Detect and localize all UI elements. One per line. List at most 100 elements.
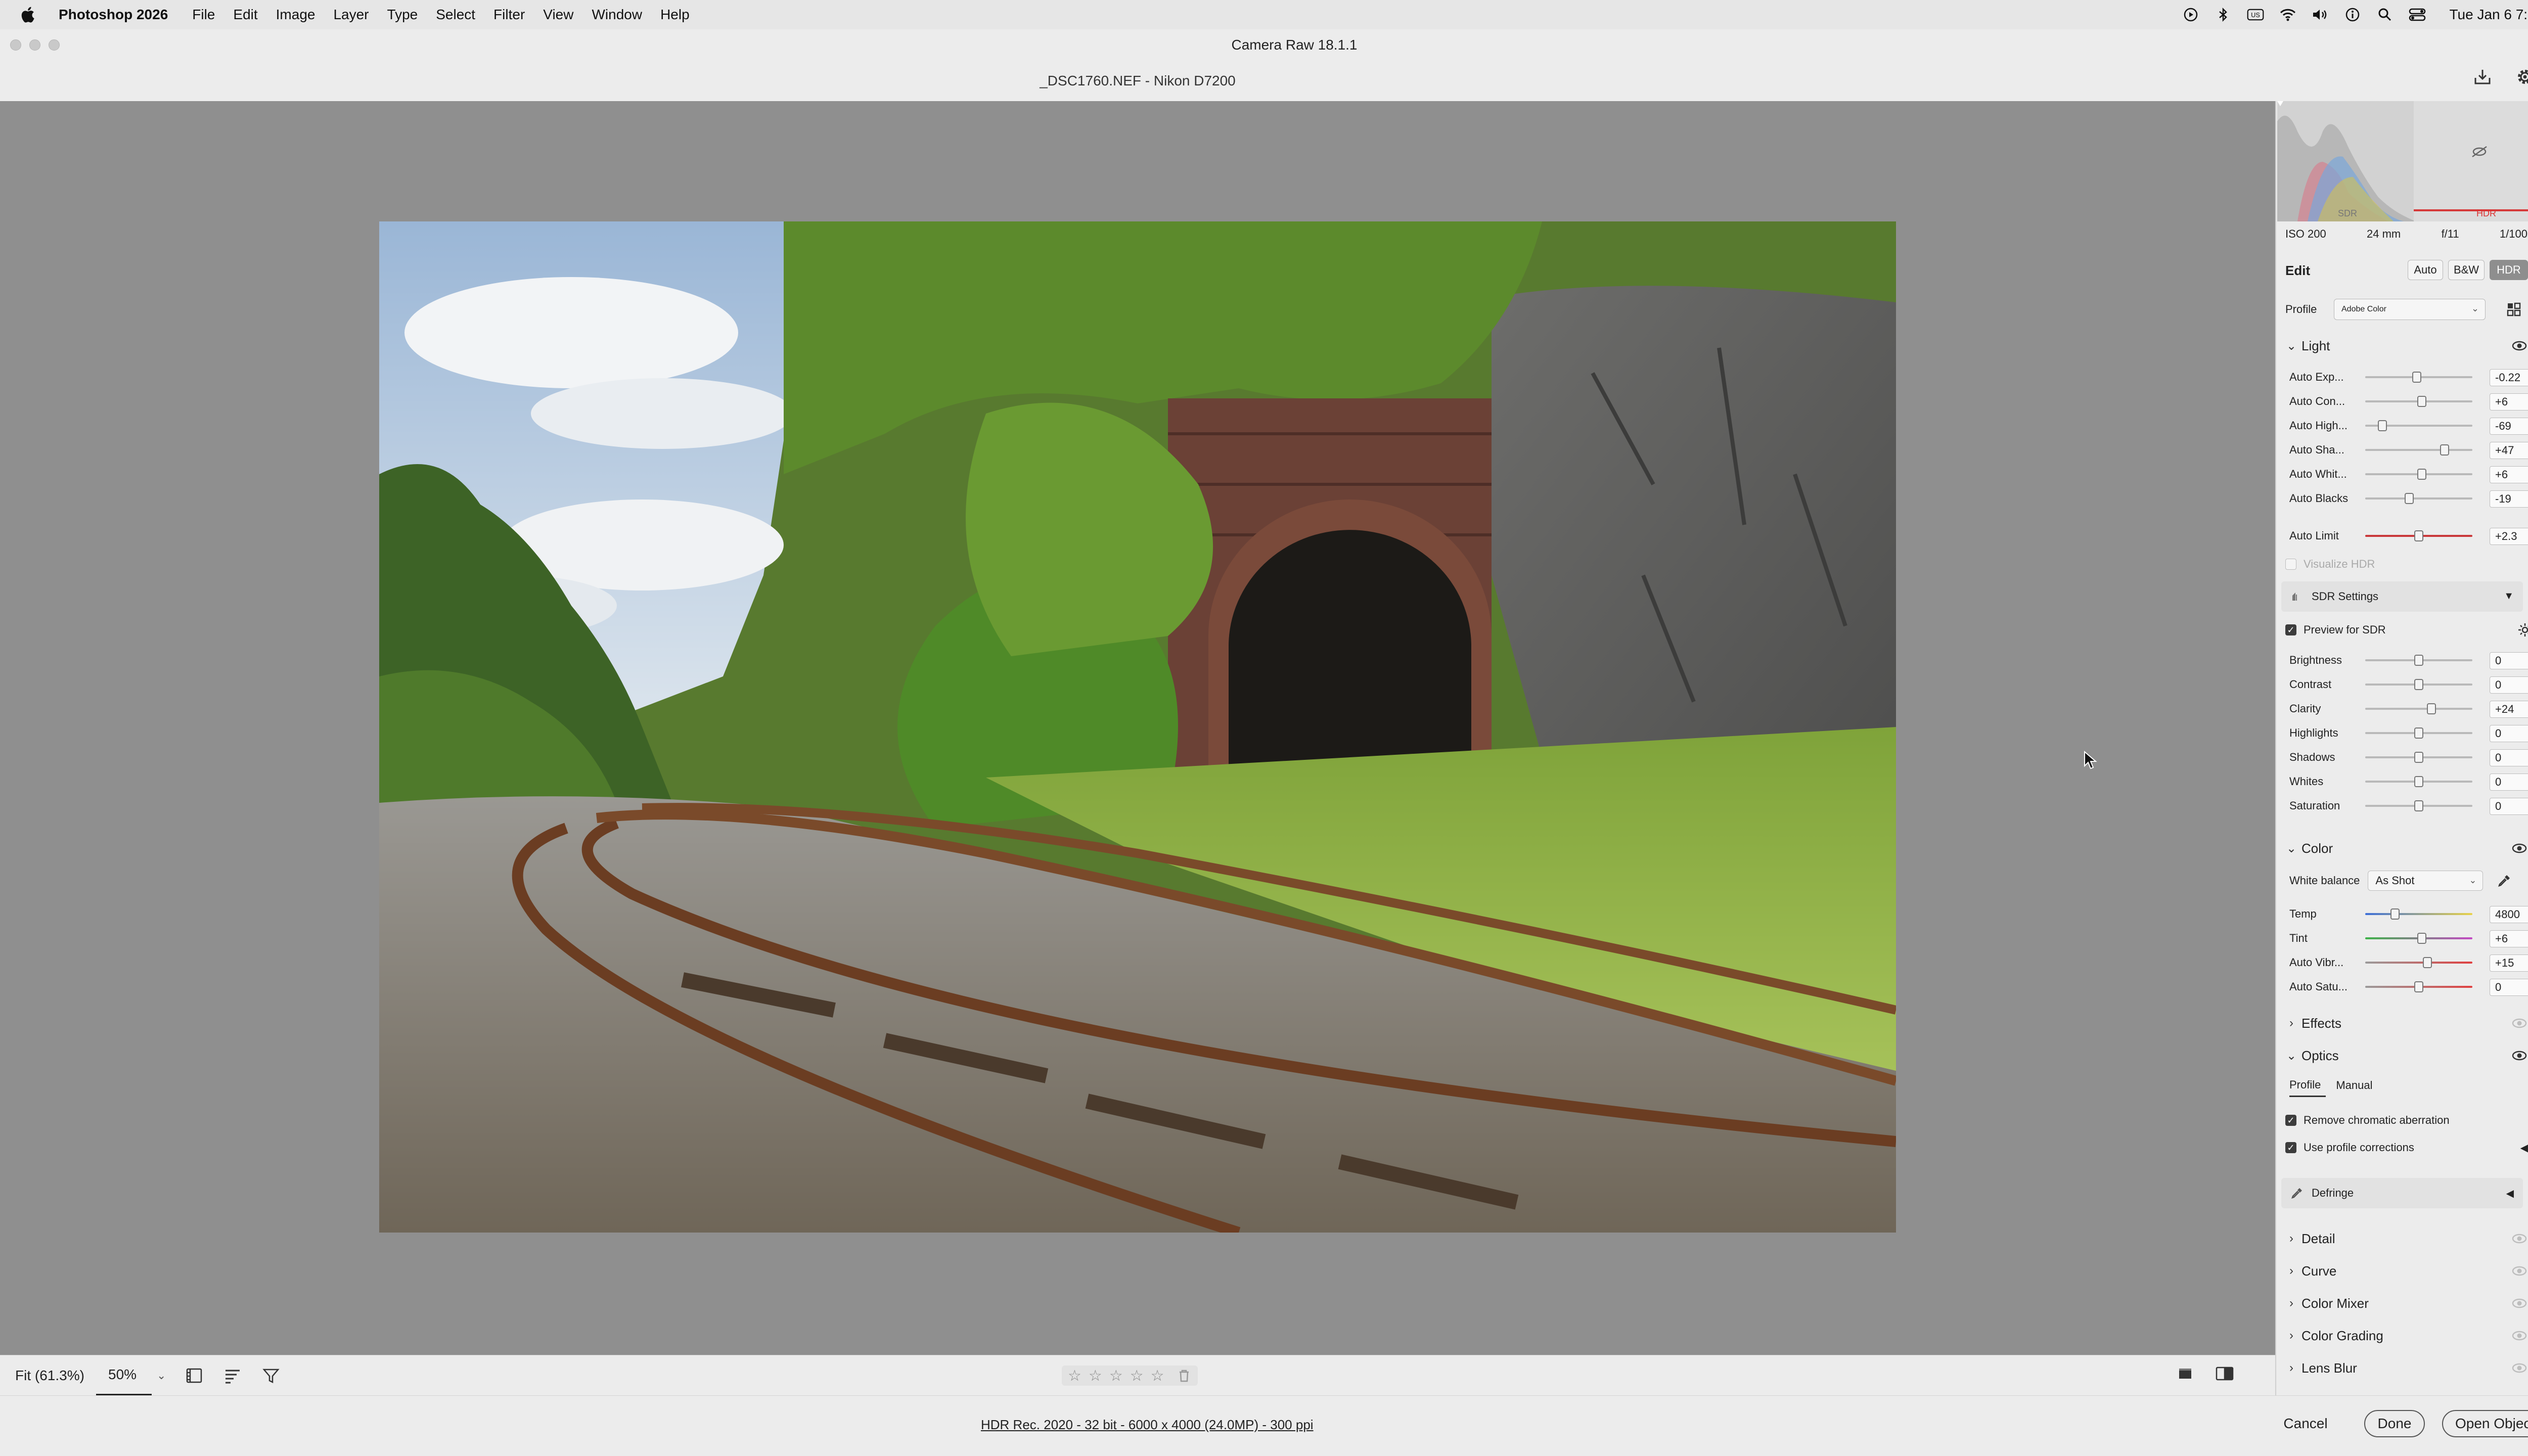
single-view-icon[interactable] xyxy=(2176,1364,2194,1386)
visibility-eye-icon[interactable] xyxy=(2512,1016,2527,1030)
rating-star-icon[interactable]: ☆ xyxy=(1151,1367,1164,1385)
slider-value-field[interactable]: 0 xyxy=(2490,979,2528,996)
menu-file[interactable]: File xyxy=(192,7,215,23)
auto-limit-value[interactable]: +2.3 xyxy=(2490,528,2528,545)
fit-zoom-label[interactable]: Fit (61.3%) xyxy=(15,1368,96,1384)
input-source-icon[interactable]: US xyxy=(2247,6,2264,23)
menu-type[interactable]: Type xyxy=(387,7,418,23)
slider-track[interactable] xyxy=(2365,372,2472,383)
play-circle-icon[interactable] xyxy=(2182,6,2199,23)
control-center-icon[interactable] xyxy=(2409,6,2426,23)
slider-track[interactable] xyxy=(2365,933,2472,944)
visibility-eye-icon[interactable] xyxy=(2512,1232,2527,1246)
slider-thumb[interactable] xyxy=(2440,444,2449,456)
slider-track[interactable] xyxy=(2365,469,2472,480)
slider-thumb[interactable] xyxy=(2404,493,2414,504)
visibility-eye-icon[interactable] xyxy=(2512,339,2527,353)
slider-track[interactable] xyxy=(2365,727,2472,739)
settings-gear-icon[interactable] xyxy=(2514,66,2528,88)
window-close-button[interactable] xyxy=(10,39,21,51)
slider-thumb[interactable] xyxy=(2417,469,2427,480)
menu-select[interactable]: Select xyxy=(436,7,475,23)
slider-track[interactable] xyxy=(2365,493,2472,504)
open-object-button[interactable]: Open Object ⌄ xyxy=(2442,1410,2528,1437)
tab-optics-manual[interactable]: Manual xyxy=(2336,1074,2377,1097)
slider-thumb[interactable] xyxy=(2417,396,2427,407)
tab-optics-profile[interactable]: Profile xyxy=(2289,1074,2326,1097)
color-mixer-section-header[interactable]: › Color Mixer xyxy=(2281,1288,2528,1318)
volume-icon[interactable] xyxy=(2312,6,2329,23)
slider-value-field[interactable]: -0.22 xyxy=(2490,369,2528,386)
slider-value-field[interactable]: 0 xyxy=(2490,798,2528,815)
filter-icon[interactable] xyxy=(261,1366,281,1386)
auto-limit-track[interactable] xyxy=(2365,530,2472,541)
slider-thumb[interactable] xyxy=(2414,727,2423,739)
use-profile-corrections-checkbox[interactable]: ✓ xyxy=(2285,1142,2296,1153)
slider-value-field[interactable]: +6 xyxy=(2490,393,2528,411)
slider-value-field[interactable]: +6 xyxy=(2490,466,2528,483)
search-icon[interactable] xyxy=(2376,6,2394,23)
visualize-hdr-checkbox[interactable] xyxy=(2285,559,2296,570)
menu-window[interactable]: Window xyxy=(592,7,642,23)
apple-logo-icon[interactable] xyxy=(18,5,38,25)
eyedropper-icon[interactable] xyxy=(2494,871,2514,891)
menu-layer[interactable]: Layer xyxy=(333,7,369,23)
rating-star-icon[interactable]: ☆ xyxy=(1109,1367,1123,1385)
slider-value-field[interactable]: -19 xyxy=(2490,490,2528,508)
slider-track[interactable] xyxy=(2365,396,2472,407)
menu-help[interactable]: Help xyxy=(660,7,690,23)
slider-value-field[interactable]: 0 xyxy=(2490,774,2528,791)
slider-value-field[interactable]: +24 xyxy=(2490,701,2528,718)
white-balance-dropdown[interactable]: As Shot ⌄ xyxy=(2368,871,2484,891)
done-button[interactable]: Done xyxy=(2364,1410,2425,1437)
slider-thumb[interactable] xyxy=(2414,679,2423,690)
filmstrip-toggle-icon[interactable] xyxy=(184,1366,204,1386)
slider-track[interactable] xyxy=(2365,420,2472,431)
sort-icon[interactable] xyxy=(222,1366,243,1386)
color-grading-section-header[interactable]: › Color Grading xyxy=(2281,1321,2528,1351)
wifi-icon[interactable] xyxy=(2279,6,2296,23)
window-zoom-button[interactable] xyxy=(49,39,60,51)
cancel-button[interactable]: Cancel xyxy=(2270,1410,2341,1437)
preview-sdr-checkbox[interactable]: ✓ xyxy=(2285,624,2296,635)
slider-thumb[interactable] xyxy=(2422,957,2432,968)
menu-image[interactable]: Image xyxy=(276,7,315,23)
auto-sdr-icon[interactable] xyxy=(2517,622,2528,638)
slider-track[interactable] xyxy=(2365,981,2472,992)
slider-value-field[interactable]: +6 xyxy=(2490,930,2528,947)
black-white-button[interactable]: B&W xyxy=(2448,260,2485,280)
zoom-level-field[interactable]: 50% xyxy=(96,1355,152,1396)
profile-browser-icon[interactable] xyxy=(2504,299,2524,320)
effects-section-header[interactable]: › Effects xyxy=(2281,1008,2528,1038)
visibility-eye-icon[interactable] xyxy=(2512,1361,2527,1375)
save-image-icon[interactable] xyxy=(2471,66,2494,88)
slider-track[interactable] xyxy=(2365,679,2472,690)
menu-filter[interactable]: Filter xyxy=(493,7,525,23)
rating-star-icon[interactable]: ☆ xyxy=(1068,1367,1081,1385)
slider-value-field[interactable]: 0 xyxy=(2490,652,2528,669)
slider-thumb[interactable] xyxy=(2390,908,2400,920)
menu-app-name[interactable]: Photoshop 2026 xyxy=(59,7,168,23)
info-icon[interactable] xyxy=(2344,6,2361,23)
rating-star-icon[interactable]: ☆ xyxy=(1089,1367,1102,1385)
zoom-dropdown-chevron-icon[interactable]: ⌄ xyxy=(157,1369,166,1382)
slider-track[interactable] xyxy=(2365,776,2472,787)
slider-thumb[interactable] xyxy=(2377,420,2387,431)
slider-track[interactable] xyxy=(2365,957,2472,968)
menu-edit[interactable]: Edit xyxy=(233,7,257,23)
detail-section-header[interactable]: › Detail xyxy=(2281,1223,2528,1254)
slider-thumb[interactable] xyxy=(2412,372,2421,383)
before-after-view-icon[interactable] xyxy=(2215,1364,2235,1386)
menu-view[interactable]: View xyxy=(543,7,573,23)
slider-track[interactable] xyxy=(2365,655,2472,666)
visibility-eye-icon[interactable] xyxy=(2512,1264,2527,1278)
curve-section-header[interactable]: › Curve xyxy=(2281,1256,2528,1286)
visibility-eye-icon[interactable] xyxy=(2512,1049,2527,1063)
auto-button[interactable]: Auto xyxy=(2408,260,2443,280)
slider-value-field[interactable]: 0 xyxy=(2490,725,2528,742)
remove-ca-checkbox[interactable]: ✓ xyxy=(2285,1115,2296,1126)
rating-star-icon[interactable]: ☆ xyxy=(1130,1367,1144,1385)
slider-thumb[interactable] xyxy=(2414,752,2423,763)
optics-section-header[interactable]: ⌄ Optics xyxy=(2281,1040,2528,1071)
bluetooth-icon[interactable] xyxy=(2215,6,2232,23)
